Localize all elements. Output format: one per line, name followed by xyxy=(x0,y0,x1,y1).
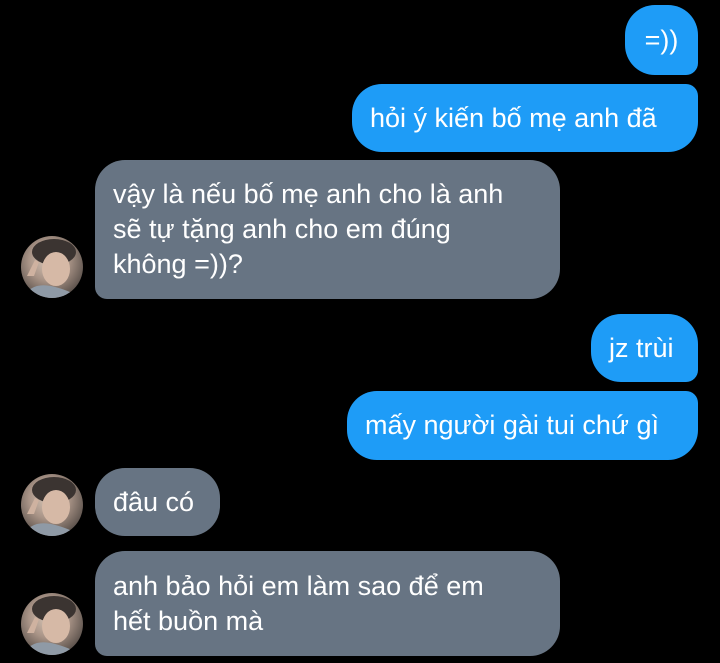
message-bubble-outgoing[interactable]: mấy người gài tui chứ gì xyxy=(347,391,698,460)
message-bubble-outgoing[interactable]: hỏi ý kiến bố mẹ anh đã xyxy=(352,84,698,152)
message-bubble-outgoing[interactable]: =)) xyxy=(625,5,698,75)
contact-avatar-icon[interactable] xyxy=(21,474,83,536)
message-bubble-outgoing[interactable]: jz trùi xyxy=(591,314,698,382)
message-bubble-incoming[interactable]: vậy là nếu bố mẹ anh cho là anh sẽ tự tặ… xyxy=(95,160,560,299)
message-text: jz trùi xyxy=(609,332,674,363)
message-text: =)) xyxy=(644,24,679,55)
message-text: mấy người gài tui chứ gì xyxy=(365,410,659,440)
contact-avatar-icon[interactable] xyxy=(21,236,83,298)
message-text: đâu có xyxy=(113,486,195,517)
contact-avatar-icon[interactable] xyxy=(21,593,83,655)
message-bubble-incoming[interactable]: anh bảo hỏi em làm sao để em hết buồn mà xyxy=(95,551,560,656)
message-bubble-incoming[interactable]: đâu có xyxy=(95,468,220,536)
message-text: vậy là nếu bố mẹ anh cho là anh sẽ tự tặ… xyxy=(113,179,504,279)
message-text: hỏi ý kiến bố mẹ anh đã xyxy=(370,102,657,133)
message-text: anh bảo hỏi em làm sao để em hết buồn mà xyxy=(113,570,484,636)
